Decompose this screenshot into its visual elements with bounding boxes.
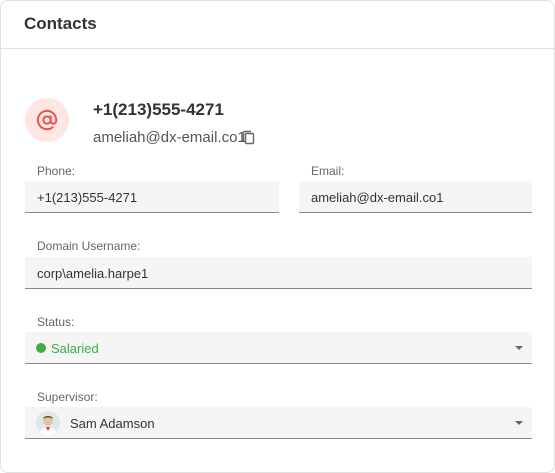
card-header: Contacts: [1, 1, 554, 49]
supervisor-value: Sam Adamson: [70, 416, 155, 431]
supervisor-label: Supervisor:: [37, 390, 98, 404]
at-sign-icon: [36, 109, 58, 131]
primary-email: ameliah@dx-email.co1: [93, 129, 246, 146]
supervisor-select[interactable]: Sam Adamson: [25, 407, 532, 439]
email-label: Email:: [311, 164, 345, 178]
domain-username-value: corp\amelia.harpe1: [37, 266, 149, 281]
status-select[interactable]: Salaried: [25, 332, 532, 364]
contacts-card: Contacts +1(213)555-4271 ameliah@dx-emai…: [0, 0, 555, 473]
phone-field[interactable]: +1(213)555-4271: [25, 181, 279, 213]
copy-icon[interactable]: [241, 130, 257, 146]
contact-avatar: [25, 98, 69, 142]
email-field[interactable]: ameliah@dx-email.co1: [299, 181, 532, 213]
chevron-down-icon[interactable]: [515, 421, 523, 425]
card-title: Contacts: [24, 14, 97, 33]
status-value: Salaried: [51, 341, 99, 356]
domain-username-label: Domain Username:: [37, 239, 141, 253]
domain-username-field[interactable]: corp\amelia.harpe1: [25, 257, 532, 289]
supervisor-avatar: [36, 411, 60, 435]
primary-phone: +1(213)555-4271: [93, 100, 224, 119]
phone-label: Phone:: [37, 164, 76, 178]
status-label: Status:: [37, 315, 75, 329]
email-value: ameliah@dx-email.co1: [311, 190, 444, 205]
status-dot-icon: [36, 343, 46, 353]
phone-value: +1(213)555-4271: [37, 190, 138, 205]
chevron-down-icon[interactable]: [515, 346, 523, 350]
